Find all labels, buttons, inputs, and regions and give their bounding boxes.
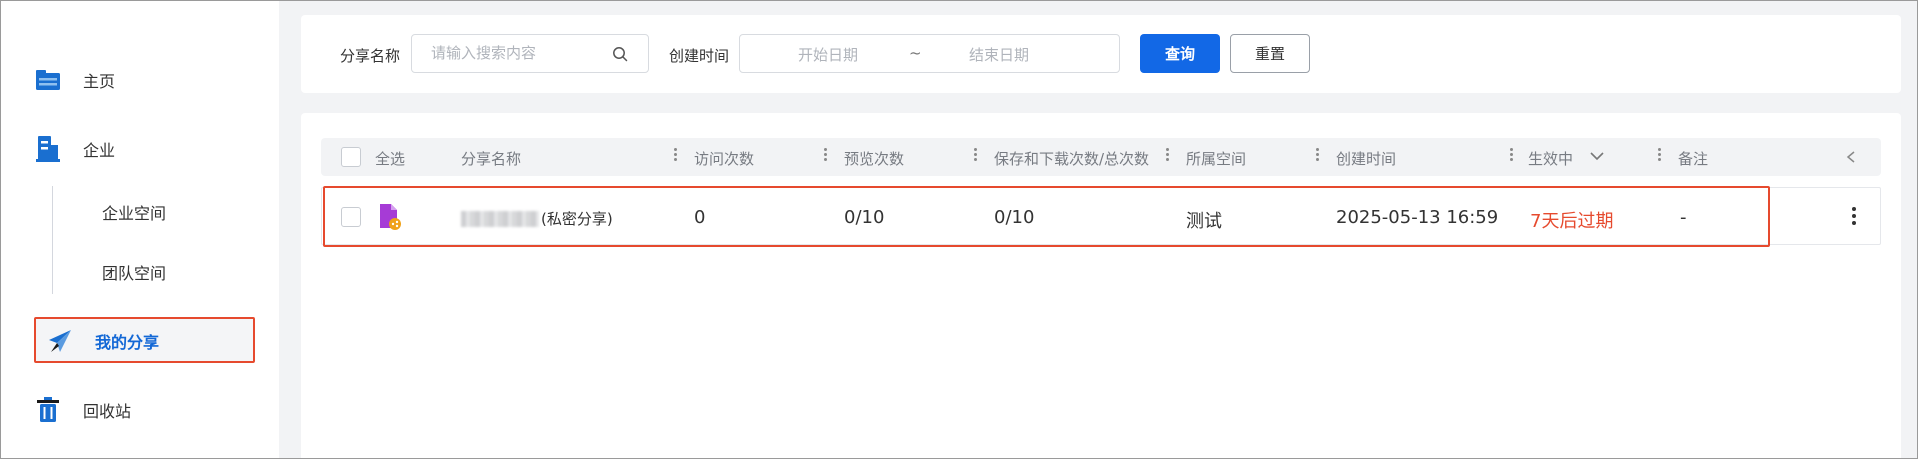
header-visits[interactable]: 访问次数 bbox=[694, 148, 754, 169]
paper-plane-icon bbox=[46, 327, 74, 355]
sidebar-item-recycle-bin[interactable]: 回收站 bbox=[34, 390, 131, 430]
column-resize-handle[interactable] bbox=[1658, 148, 1662, 164]
date-separator: ~ bbox=[909, 44, 922, 62]
more-vertical-icon[interactable] bbox=[1851, 207, 1857, 227]
created-time-label: 创建时间 bbox=[669, 47, 730, 65]
share-name-label: 分享名称 bbox=[340, 47, 401, 65]
row-highlight-box bbox=[323, 186, 1770, 247]
search-icon[interactable] bbox=[612, 46, 628, 62]
column-resize-handle[interactable] bbox=[1510, 148, 1514, 164]
sidebar-item-label: 主页 bbox=[83, 72, 116, 91]
chevron-left-icon[interactable] bbox=[1845, 150, 1857, 164]
chevron-down-icon[interactable] bbox=[1589, 150, 1605, 162]
header-select-all: 全选 bbox=[375, 150, 406, 168]
sidebar-item-my-shares[interactable]: 我的分享 bbox=[34, 317, 255, 363]
trash-icon bbox=[34, 396, 62, 424]
column-resize-handle[interactable] bbox=[1316, 148, 1320, 164]
sidebar-item-my-shares-inner: 我的分享 bbox=[46, 321, 159, 361]
sidebar-item-label: 回收站 bbox=[83, 402, 132, 421]
column-resize-handle[interactable] bbox=[824, 148, 828, 164]
column-resize-handle[interactable] bbox=[974, 148, 978, 164]
end-date-field[interactable]: 结束日期 bbox=[969, 44, 1029, 65]
sidebar: 主页 企业 企业空间 团队空间 我的分享 回收站 bbox=[1, 1, 279, 458]
tree-line bbox=[52, 186, 53, 294]
select-all-checkbox[interactable] bbox=[341, 147, 361, 167]
header-status-filter[interactable]: 生效中 bbox=[1528, 148, 1573, 169]
sidebar-item-enterprise-space[interactable]: 企业空间 bbox=[102, 200, 166, 224]
start-date-field[interactable]: 开始日期 bbox=[798, 44, 858, 65]
sidebar-item-home[interactable]: 主页 bbox=[34, 60, 115, 100]
column-resize-handle[interactable] bbox=[1166, 148, 1170, 164]
sidebar-item-label: 我的分享 bbox=[95, 333, 160, 352]
reset-button[interactable]: 重置 bbox=[1230, 34, 1310, 73]
header-saves-downloads[interactable]: 保存和下载次数/总次数 bbox=[994, 148, 1149, 169]
sidebar-item-label: 企业 bbox=[83, 141, 116, 160]
sidebar-item-enterprise[interactable]: 企业 bbox=[34, 129, 115, 169]
search-input[interactable] bbox=[431, 44, 611, 62]
header-created-time[interactable]: 创建时间 bbox=[1336, 148, 1396, 169]
sidebar-item-team-space[interactable]: 团队空间 bbox=[102, 260, 166, 284]
column-resize-handle[interactable] bbox=[674, 148, 678, 164]
date-range-picker[interactable]: 开始日期 ~ 结束日期 bbox=[739, 34, 1120, 73]
search-field[interactable] bbox=[411, 34, 649, 73]
folder-icon bbox=[34, 66, 62, 94]
building-icon bbox=[34, 135, 62, 163]
header-space[interactable]: 所属空间 bbox=[1186, 148, 1246, 169]
header-share-name[interactable]: 分享名称 bbox=[461, 148, 521, 169]
query-button[interactable]: 查询 bbox=[1140, 34, 1220, 73]
header-previews[interactable]: 预览次数 bbox=[844, 148, 904, 169]
header-remark[interactable]: 备注 bbox=[1678, 148, 1708, 169]
